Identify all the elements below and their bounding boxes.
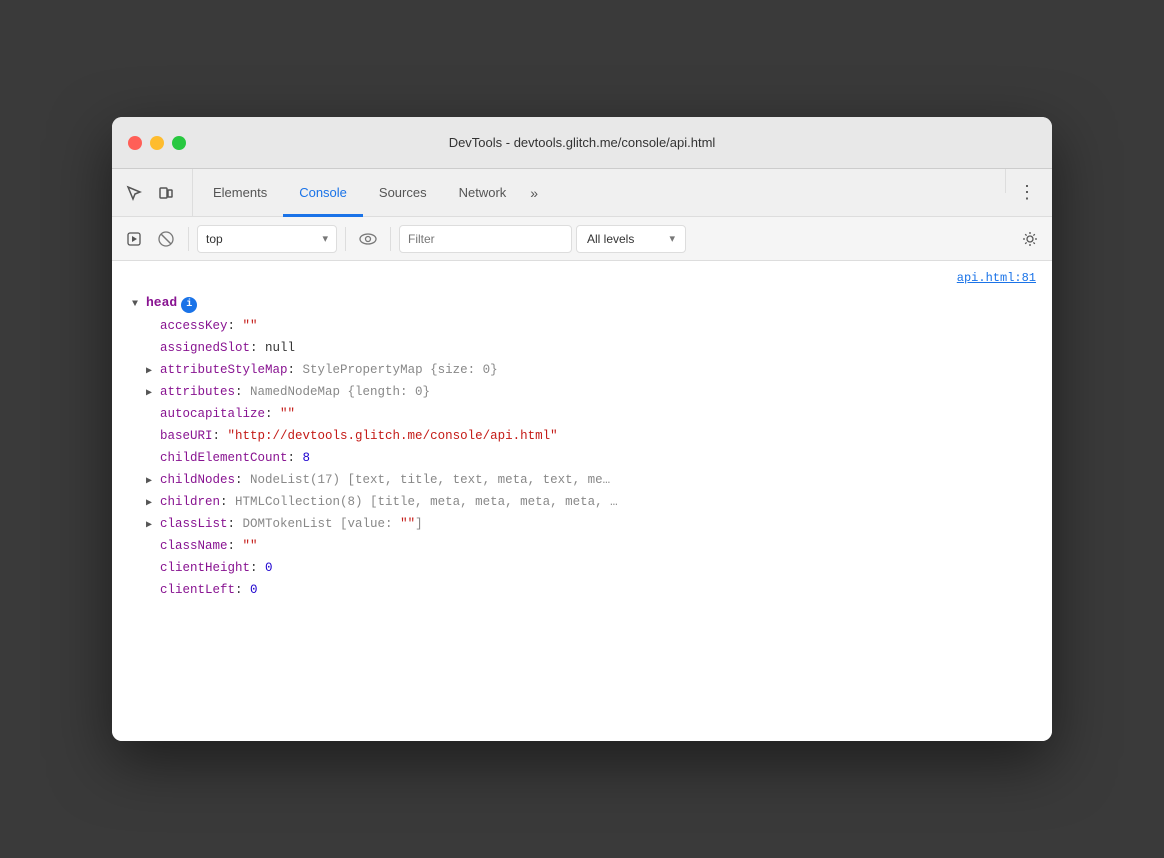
list-item: childElementCount : 8: [132, 447, 1036, 469]
head-row[interactable]: ▼ head i: [132, 292, 1036, 315]
context-arrow-icon: ▾: [322, 232, 328, 245]
window-title: DevTools - devtools.glitch.me/console/ap…: [449, 135, 716, 150]
titlebar: DevTools - devtools.glitch.me/console/ap…: [112, 117, 1052, 169]
minimize-button[interactable]: [150, 136, 164, 150]
list-item: clientLeft : 0: [132, 579, 1036, 601]
list-item[interactable]: ▶ childNodes : NodeList(17) [text, title…: [132, 469, 1036, 491]
devtools-menu-button[interactable]: ⋮: [1010, 169, 1044, 216]
expand-icon: ▶: [146, 364, 160, 380]
tab-console[interactable]: Console: [283, 170, 363, 217]
tabs-list: Elements Console Sources Network »: [197, 169, 1001, 216]
tab-network[interactable]: Network: [443, 170, 523, 217]
list-item[interactable]: ▶ classList : DOMTokenList [value: ""]: [132, 513, 1036, 535]
info-icon[interactable]: i: [181, 297, 197, 313]
console-settings-button[interactable]: [1016, 225, 1044, 253]
traffic-lights: [128, 136, 186, 150]
toolbar-divider-1: [188, 227, 189, 251]
list-item[interactable]: ▶ attributeStyleMap : StylePropertyMap {…: [132, 359, 1036, 381]
more-tabs-button[interactable]: »: [522, 169, 546, 216]
live-expressions-button[interactable]: [354, 225, 382, 253]
list-item: baseURI : "http://devtools.glitch.me/con…: [132, 425, 1036, 447]
log-level-selector[interactable]: All levels ▾: [576, 225, 686, 253]
expand-icon: ▶: [146, 496, 160, 512]
level-arrow-icon: ▾: [669, 232, 675, 245]
list-item: accessKey : "": [132, 315, 1036, 337]
console-content: api.html:81 ▼ head i accessKey : "" assi: [112, 261, 1052, 741]
maximize-button[interactable]: [172, 136, 186, 150]
list-item[interactable]: ▶ children : HTMLCollection(8) [title, m…: [132, 491, 1036, 513]
expand-icon: ▶: [146, 386, 160, 402]
clear-console-button[interactable]: [152, 225, 180, 253]
devtools-tabs-bar: Elements Console Sources Network » ⋮: [112, 169, 1052, 217]
tab-elements[interactable]: Elements: [197, 170, 283, 217]
list-item: clientHeight : 0: [132, 557, 1036, 579]
object-tree: ▼ head i accessKey : "" assignedSlot : n…: [128, 292, 1036, 601]
device-toolbar-button[interactable]: [152, 179, 180, 207]
toolbar-divider-2: [345, 227, 346, 251]
console-toolbar: top ▾ All levels ▾: [112, 217, 1052, 261]
tab-sources[interactable]: Sources: [363, 170, 443, 217]
filter-input[interactable]: [399, 225, 572, 253]
devtools-window: DevTools - devtools.glitch.me/console/ap…: [112, 117, 1052, 741]
close-button[interactable]: [128, 136, 142, 150]
inspect-element-button[interactable]: [120, 179, 148, 207]
expand-icon: ▶: [146, 518, 160, 534]
tabs-divider: [1005, 169, 1006, 193]
list-item: autocapitalize : "": [132, 403, 1036, 425]
list-item: assignedSlot : null: [132, 337, 1036, 359]
context-selector[interactable]: top ▾: [197, 225, 337, 253]
head-label: head: [146, 293, 177, 314]
toolbar-divider-3: [390, 227, 391, 251]
list-item[interactable]: ▶ attributes : NamedNodeMap {length: 0}: [132, 381, 1036, 403]
expand-triangle-head: ▼: [132, 297, 146, 313]
source-link[interactable]: api.html:81: [128, 269, 1036, 292]
list-item: className : "": [132, 535, 1036, 557]
expand-icon: ▶: [146, 474, 160, 490]
execute-context-button[interactable]: [120, 225, 148, 253]
tab-icon-group: [120, 169, 193, 216]
